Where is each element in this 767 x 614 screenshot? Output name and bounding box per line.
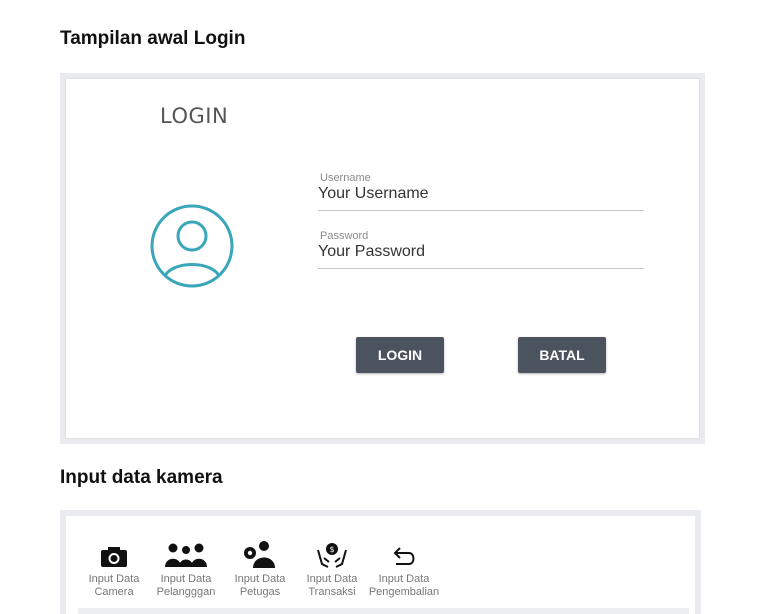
login-screenshot: LOGIN Username Your Username Password Yo…	[60, 73, 705, 444]
menu-label-line1: Input Data	[234, 573, 286, 585]
menu-card: Input Data Camera Input Data Pelangggan	[66, 516, 695, 614]
menu-label-line2: Pengembalian	[368, 586, 440, 598]
login-title: LOGIN	[160, 104, 229, 128]
svg-text:$: $	[329, 545, 334, 554]
menu-label-line2: Pelangggan	[156, 586, 216, 598]
menu-label-line1: Input Data	[160, 573, 212, 585]
transaction-icon: $	[317, 543, 347, 568]
customers-icon	[165, 543, 207, 567]
menu-label-line1: Input Data	[88, 573, 140, 585]
user-avatar-icon	[150, 204, 234, 288]
menu-label-line1: Input Data	[306, 573, 358, 585]
camera-icon	[101, 547, 127, 567]
return-icon	[393, 547, 415, 565]
login-button[interactable]: LOGIN	[356, 337, 444, 373]
camera-input-screenshot: Input Data Camera Input Data Pelangggan	[60, 510, 701, 614]
login-card: LOGIN Username Your Username Password Yo…	[66, 79, 699, 438]
section-heading-login: Tampilan awal Login	[60, 28, 246, 49]
menu-label-line1: Input Data	[378, 573, 430, 585]
username-field[interactable]: Username Your Username	[318, 172, 644, 211]
menu-item-camera[interactable]: Input Data Camera	[76, 534, 152, 599]
menu-label-line2: Petugas	[239, 586, 281, 598]
content-area-top	[78, 608, 689, 614]
menu-item-return[interactable]: Input Data Pengembalian	[362, 534, 446, 599]
cancel-button[interactable]: BATAL	[518, 337, 606, 373]
staff-icon	[244, 541, 275, 568]
menu-label-line2: Camera	[94, 586, 134, 598]
menu-label-line2: Transaksi	[308, 586, 356, 598]
username-input[interactable]: Your Username	[318, 185, 644, 211]
section-heading-camera: Input data kamera	[60, 467, 223, 488]
username-label: Username	[320, 172, 371, 184]
password-input[interactable]: Your Password	[318, 243, 644, 269]
menu-item-customers[interactable]: Input Data Pelangggan	[148, 534, 224, 599]
password-field[interactable]: Password Your Password	[318, 230, 644, 269]
password-label: Password	[320, 230, 369, 242]
menu-item-transaction[interactable]: $ Input Data Transaksi	[294, 534, 370, 599]
menu-item-staff[interactable]: Input Data Petugas	[222, 534, 298, 599]
